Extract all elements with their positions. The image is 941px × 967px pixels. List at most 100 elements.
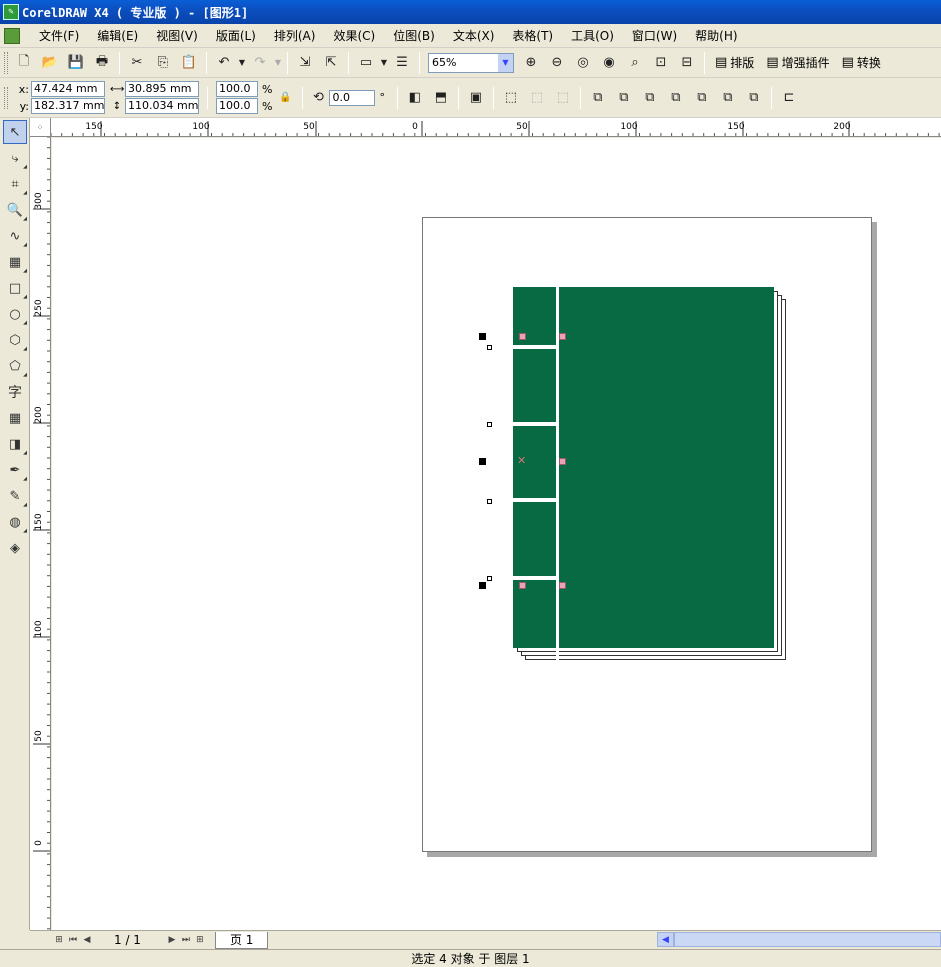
y-position-field[interactable]: 182.317 mm [31, 98, 105, 114]
add-page-after-icon[interactable]: ⊞ [193, 932, 207, 948]
selection-handle-top-left[interactable] [479, 333, 486, 340]
freehand-tool-icon[interactable]: ∿ ◢ [3, 224, 27, 249]
export-icon[interactable]: ⇱ [320, 52, 342, 74]
rotation-angle-field[interactable]: 0.0 [329, 89, 376, 106]
horizontal-scrollbar[interactable]: ◀ [657, 932, 941, 947]
redo-dropdown-icon[interactable]: ▼ [273, 52, 283, 74]
zoom-page-width-icon[interactable]: ⊡ [650, 52, 672, 74]
paste-icon[interactable]: 📋 [178, 52, 200, 74]
coreldraw-app-icon[interactable]: ✎ [3, 4, 19, 20]
menu-layout[interactable]: 版面(L) [207, 26, 265, 46]
lock-ratio-icon[interactable]: 🔒 [274, 87, 296, 109]
vertical-ruler[interactable]: 300 250 200 150 100 50 0 [30, 137, 51, 930]
zoom-tool-icon[interactable]: 🔍 ◢ [3, 198, 27, 223]
copy-icon[interactable]: ⎘ [152, 52, 174, 74]
table-tool-icon[interactable]: ▦ [3, 406, 27, 430]
smart-fill-tool-icon[interactable]: ▦ ◢ [3, 250, 27, 275]
ellipse-tool-icon[interactable]: ○ ◢ [3, 302, 27, 327]
undo-icon[interactable]: ↶ [213, 52, 235, 74]
pick-tool-icon[interactable]: ↖ [3, 120, 27, 144]
menu-arrange[interactable]: 排列(A) [265, 26, 325, 46]
chevron-down-icon[interactable]: ▼ [498, 53, 513, 72]
import-icon[interactable]: ⇲ [294, 52, 316, 74]
rotation-center-icon[interactable]: ✕ [517, 455, 526, 466]
last-page-icon[interactable]: ⏭ [179, 932, 193, 948]
rectangle-tool-icon[interactable]: □ ◢ [3, 276, 27, 301]
menu-view[interactable]: 视图(V) [147, 26, 207, 46]
zoom-selected-icon[interactable]: ◎ [572, 52, 594, 74]
zoom-page-height-icon[interactable]: ⊟ [676, 52, 698, 74]
previous-page-icon[interactable]: ◀ [80, 932, 94, 948]
x-position-field[interactable]: 47.424 mm [31, 81, 105, 97]
scale-y-field[interactable]: 100.0 [216, 98, 258, 114]
menu-edit[interactable]: 编辑(E) [88, 26, 147, 46]
enhance-plugin-button[interactable]: ▤ 增强插件 [766, 54, 829, 71]
book-spine-line[interactable] [556, 287, 559, 661]
selection-handle-top[interactable] [519, 333, 526, 340]
width-field[interactable]: 30.895 mm [125, 81, 199, 97]
document-icon[interactable] [4, 27, 20, 44]
next-page-icon[interactable]: ▶ [165, 932, 179, 948]
height-field[interactable]: 110.034 mm [125, 98, 199, 114]
menu-text[interactable]: 文本(X) [444, 26, 504, 46]
binding-stitch-4[interactable] [513, 576, 557, 580]
combine-icon[interactable]: ⧉ [587, 87, 609, 109]
property-bar-grip[interactable] [4, 86, 8, 109]
fill-tool-icon[interactable]: ◍ ◢ [3, 510, 27, 535]
open-folder-icon[interactable]: 📂 [39, 52, 61, 74]
page-tab-1[interactable]: 页 1 [214, 931, 269, 949]
cut-icon[interactable]: ✂ [126, 52, 148, 74]
zoom-page-icon[interactable]: ⌕ [624, 52, 646, 74]
new-document-icon[interactable]: 🗋 [13, 52, 35, 74]
binding-stitch-1[interactable] [513, 345, 557, 349]
zoom-in-icon[interactable]: ⊕ [520, 52, 542, 74]
book-cover[interactable] [513, 287, 774, 648]
front-minus-back-icon[interactable]: ⧉ [717, 87, 739, 109]
node-handle[interactable] [487, 576, 492, 581]
ungroup-icon[interactable]: ⬚ [526, 87, 548, 109]
zoom-out-icon[interactable]: ⊖ [546, 52, 568, 74]
interactive-blend-tool-icon[interactable]: ◨ ◢ [3, 432, 27, 457]
first-page-icon[interactable]: ⏮ [66, 932, 80, 948]
binding-stitch-3[interactable] [513, 498, 557, 502]
menu-table[interactable]: 表格(T) [503, 26, 562, 46]
group-icon[interactable]: ⬚ [500, 87, 522, 109]
selection-handle-middle-right[interactable] [559, 458, 566, 465]
welcome-screen-icon[interactable]: ☰ [391, 52, 413, 74]
mirror-vertical-icon[interactable]: ⬒ [430, 87, 452, 109]
outline-tool-icon[interactable]: ✎ ◢ [3, 484, 27, 509]
save-icon[interactable]: 💾 [65, 52, 87, 74]
trim-icon[interactable]: ⧉ [639, 87, 661, 109]
node-handle[interactable] [487, 499, 492, 504]
polygon-tool-icon[interactable]: ⬡ ◢ [3, 328, 27, 353]
node-handle[interactable] [487, 422, 492, 427]
menu-window[interactable]: 窗口(W) [623, 26, 686, 46]
selection-handle-bottom-left[interactable] [479, 582, 486, 589]
simplify-icon[interactable]: ⧉ [691, 87, 713, 109]
eyedropper-tool-icon[interactable]: ✒ ◢ [3, 458, 27, 483]
application-launcher-icon[interactable]: ▭ [355, 52, 377, 74]
menu-bitmaps[interactable]: 位图(B) [384, 26, 444, 46]
align-distribute-icon[interactable]: ▣ [465, 87, 487, 109]
menu-tools[interactable]: 工具(O) [562, 26, 623, 46]
horizontal-ruler[interactable]: 150 100 50 0 50 100 150 200 [51, 118, 941, 137]
ungroup-all-icon[interactable]: ⬚ [552, 87, 574, 109]
scroll-left-icon[interactable]: ◀ [657, 932, 674, 947]
crop-tool-icon[interactable]: ⌗ ◢ [3, 172, 27, 197]
selection-handle-middle-left[interactable] [479, 458, 486, 465]
zoom-level-select[interactable]: 65% ▼ [428, 52, 514, 73]
selection-handle-bottom[interactable] [519, 582, 526, 589]
menu-help[interactable]: 帮助(H) [686, 26, 746, 46]
back-minus-front-icon[interactable]: ⧉ [743, 87, 765, 109]
mirror-horizontal-icon[interactable]: ◧ [404, 87, 426, 109]
menu-file[interactable]: 文件(F) [30, 26, 88, 46]
typeset-button[interactable]: ▤ 排版 [715, 54, 754, 71]
weld-icon[interactable]: ⧉ [613, 87, 635, 109]
create-boundary-icon[interactable]: ⊏ [778, 87, 800, 109]
intersect-icon[interactable]: ⧉ [665, 87, 687, 109]
node-handle[interactable] [487, 345, 492, 350]
scale-x-field[interactable]: 100.0 [216, 81, 258, 97]
print-icon[interactable]: 🖶 [91, 52, 113, 74]
convert-button[interactable]: ▤ 转换 [842, 54, 881, 71]
selection-handle-top-right[interactable] [559, 333, 566, 340]
